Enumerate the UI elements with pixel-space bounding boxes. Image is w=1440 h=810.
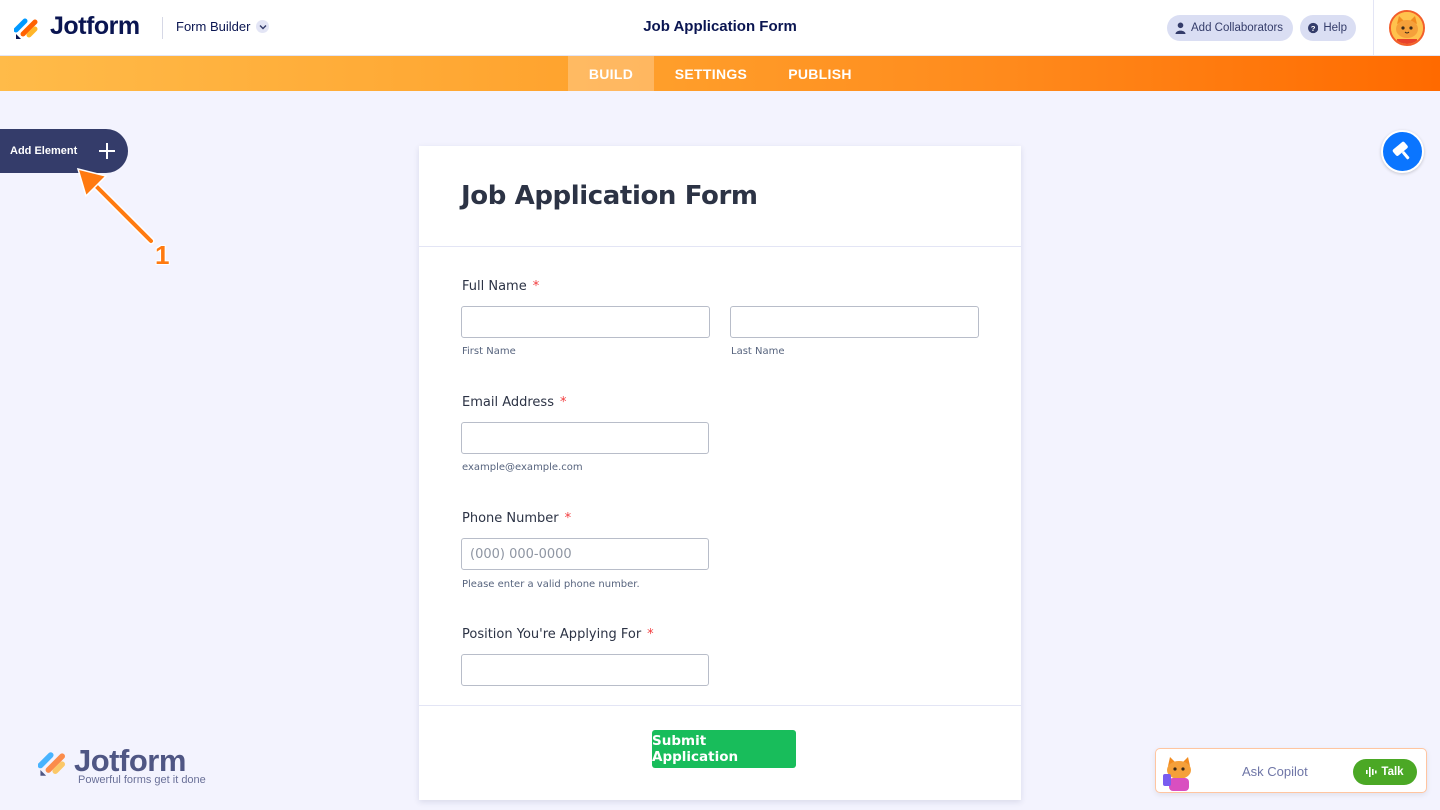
tab-settings[interactable]: SETTINGS xyxy=(664,56,758,91)
email-input[interactable] xyxy=(461,422,709,454)
copilot-cat-icon xyxy=(1163,757,1191,791)
jotform-logo-icon xyxy=(14,18,38,39)
phone-placeholder: (000) 000-0000 xyxy=(470,546,572,562)
form-title[interactable]: Job Application Form xyxy=(461,181,758,211)
talk-label: Talk xyxy=(1381,766,1404,778)
add-element-button[interactable]: Add Element xyxy=(0,129,128,173)
audio-wave-icon xyxy=(1366,767,1378,777)
brand-name: Jotform xyxy=(50,12,140,40)
annotation-number: 1 xyxy=(155,240,170,270)
svg-text:?: ? xyxy=(1311,24,1316,33)
watermark-text: Jotform Powerful forms get it done xyxy=(74,743,206,786)
paint-roller-icon xyxy=(1392,141,1410,160)
position-input[interactable] xyxy=(461,654,709,686)
user-icon xyxy=(1175,22,1186,34)
first-name-sublabel: First Name xyxy=(462,346,516,357)
form-divider xyxy=(419,705,1021,706)
user-avatar[interactable] xyxy=(1389,10,1425,46)
tab-publish[interactable]: PUBLISH xyxy=(778,56,862,91)
add-collaborators-button[interactable]: Add Collaborators xyxy=(1167,15,1293,41)
top-bar: Jotform Form Builder Job Application For… xyxy=(0,0,1440,56)
last-name-sublabel: Last Name xyxy=(731,346,785,357)
required-asterisk: * xyxy=(559,395,567,410)
position-label-text: Position You're Applying For xyxy=(462,627,642,642)
email-label-text: Email Address xyxy=(462,395,554,410)
first-name-input[interactable] xyxy=(461,306,710,338)
email-sublabel: example@example.com xyxy=(462,462,583,473)
jotform-logo-icon xyxy=(38,752,65,776)
add-collaborators-label: Add Collaborators xyxy=(1191,22,1284,34)
header-divider-right xyxy=(1373,0,1374,56)
watermark-brand: Jotform xyxy=(74,743,186,778)
full-name-label[interactable]: Full Name * xyxy=(462,279,539,294)
builder-tabs-bar: BUILD SETTINGS PUBLISH xyxy=(0,56,1440,91)
position-label[interactable]: Position You're Applying For * xyxy=(462,627,654,642)
cat-avatar-icon xyxy=(1391,12,1423,44)
header-divider xyxy=(162,17,163,39)
chevron-down-icon xyxy=(256,20,270,33)
help-label: Help xyxy=(1323,22,1347,34)
required-asterisk: * xyxy=(564,511,572,526)
plus-icon xyxy=(99,143,115,159)
required-asterisk: * xyxy=(532,279,540,294)
phone-label-text: Phone Number xyxy=(462,511,559,526)
ask-copilot-widget[interactable]: Ask Copilot Talk xyxy=(1155,748,1427,793)
form-card: Job Application Form Full Name * First Na… xyxy=(419,146,1021,800)
form-designer-button[interactable] xyxy=(1381,130,1424,173)
tab-build[interactable]: BUILD xyxy=(568,56,654,91)
submit-button[interactable]: Submit Application xyxy=(652,730,796,768)
watermark-tagline: Powerful forms get it done xyxy=(78,774,206,786)
form-builder-label: Form Builder xyxy=(176,19,251,34)
add-element-label: Add Element xyxy=(10,145,78,157)
phone-sublabel: Please enter a valid phone number. xyxy=(462,579,640,590)
phone-input[interactable]: (000) 000-0000 xyxy=(461,538,709,570)
phone-label[interactable]: Phone Number * xyxy=(462,511,571,526)
required-asterisk: * xyxy=(647,627,654,642)
jotform-logo[interactable]: Jotform xyxy=(14,12,140,41)
help-icon: ? xyxy=(1308,22,1319,34)
full-name-label-text: Full Name xyxy=(462,279,527,294)
last-name-input[interactable] xyxy=(730,306,979,338)
talk-button[interactable]: Talk xyxy=(1353,759,1417,785)
jotform-watermark: Jotform Powerful forms get it done xyxy=(38,743,206,786)
ask-copilot-input[interactable]: Ask Copilot xyxy=(1242,764,1308,779)
form-header[interactable]: Job Application Form xyxy=(419,146,1021,247)
form-builder-dropdown[interactable]: Form Builder xyxy=(176,19,270,34)
help-button[interactable]: ? Help xyxy=(1300,15,1356,41)
email-label[interactable]: Email Address * xyxy=(462,395,566,410)
